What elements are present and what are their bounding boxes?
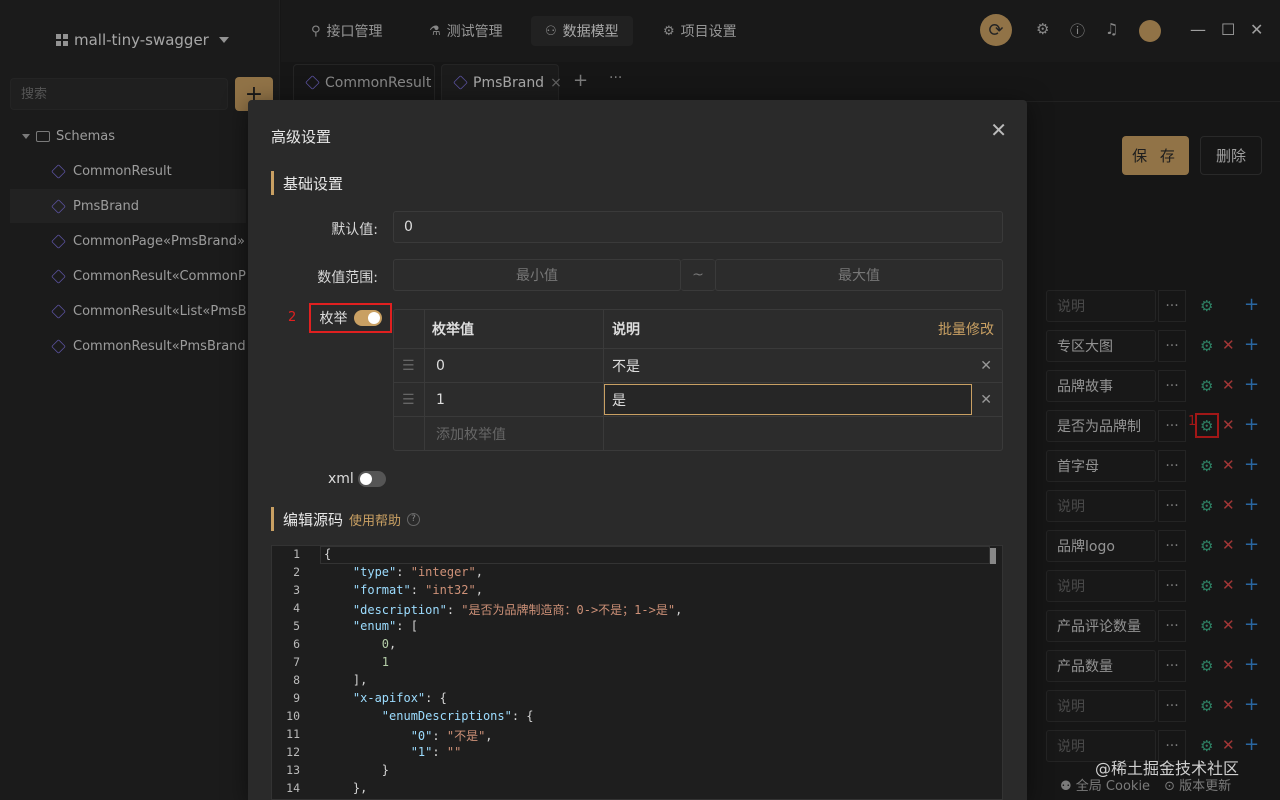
watermark: @稀土掘金技术社区 — [1095, 759, 1240, 778]
section-edit-source: 编辑源码 使用帮助 ? — [271, 507, 421, 531]
code-line: "enumDescriptions": { — [381, 709, 534, 723]
range-separator: ~ — [681, 259, 715, 291]
enum-table-header: 枚举值 说明 批量修改 — [394, 310, 1002, 349]
line-number: 5 — [293, 619, 300, 633]
xml-toggle[interactable]: xml — [328, 471, 386, 487]
enum-value-cell[interactable]: 1 — [436, 383, 445, 416]
enum-desc-input[interactable]: 是 — [612, 383, 626, 416]
max-value-input[interactable]: 最大值 — [715, 259, 1003, 291]
app-window: mall-tiny-swagger + Schemas CommonResult… — [0, 0, 1280, 800]
add-enum-row: 添加枚举值 — [394, 417, 1002, 451]
code-line: "1": "" — [410, 745, 462, 759]
code-line: "x-apifox": { — [352, 691, 447, 705]
default-value-input[interactable]: 0 — [393, 211, 1003, 243]
line-number: 10 — [286, 709, 300, 723]
code-line: }, — [324, 781, 368, 795]
line-number: 2 — [293, 565, 300, 579]
line-number: 9 — [293, 691, 300, 705]
line-number: 3 — [293, 583, 300, 597]
code-editor[interactable]: 1 {2 "type": "integer", 3 "format": "int32… — [271, 545, 1003, 800]
section-title: 基础设置 — [283, 174, 344, 193]
table-row: ☰ 0 不是 ✕ — [394, 349, 1002, 383]
current-line-highlight — [320, 546, 990, 564]
section-basic-settings: 基础设置 — [271, 171, 343, 195]
xml-switch[interactable] — [357, 471, 386, 487]
code-line: "0": "不是", — [410, 729, 493, 743]
line-number: 6 — [293, 637, 300, 651]
question-icon: ? — [407, 512, 421, 526]
code-line: ], — [324, 673, 368, 687]
line-number: 11 — [286, 727, 300, 741]
help-link[interactable]: 使用帮助 — [349, 510, 401, 529]
enum-value-header: 枚举值 — [432, 322, 474, 338]
line-number: 12 — [286, 745, 300, 759]
drag-handle-icon[interactable]: ☰ — [402, 349, 415, 382]
xml-label: xml — [328, 471, 354, 487]
line-number: 1 — [293, 547, 300, 561]
min-value-input[interactable]: 最小值 — [393, 259, 681, 291]
enum-desc-cell[interactable]: 不是 — [612, 349, 640, 382]
code-line: "enum": [ — [352, 619, 418, 633]
code-line: "description": "是否为品牌制造商：0->不是；1->是", — [352, 603, 683, 617]
close-icon[interactable]: ✕ — [990, 118, 1007, 142]
enum-value-cell[interactable]: 0 — [436, 349, 445, 382]
enum-switch[interactable] — [353, 310, 382, 326]
enum-toggle[interactable]: 枚举 — [309, 303, 392, 333]
remove-row-icon[interactable]: ✕ — [980, 383, 992, 416]
line-number: 14 — [286, 781, 300, 795]
add-enum-input[interactable]: 添加枚举值 — [436, 417, 506, 451]
enum-desc-header: 说明 — [612, 322, 640, 338]
remove-row-icon[interactable]: ✕ — [980, 349, 992, 382]
code-line: } — [324, 763, 390, 777]
line-number: 13 — [286, 763, 300, 777]
drag-handle-icon[interactable]: ☰ — [402, 383, 415, 416]
advanced-settings-modal: 高级设置 ✕ 基础设置 默认值: 0 数值范围: 最小值 ~ 最大值 2 枚举 … — [248, 100, 1027, 800]
line-number: 8 — [293, 673, 300, 687]
range-label: 数值范围: — [317, 270, 378, 286]
modal-title: 高级设置 — [271, 128, 332, 146]
table-row: ☰ 1 是 ✕ — [394, 383, 1002, 417]
code-line: "type": "integer", — [352, 565, 483, 579]
line-number: 7 — [293, 655, 300, 669]
code-line: 0, — [381, 637, 397, 651]
section-title: 编辑源码 — [283, 510, 344, 529]
line-number: 4 — [293, 601, 300, 615]
code-line: "format": "int32", — [352, 583, 483, 597]
batch-edit-link[interactable]: 批量修改 — [938, 310, 994, 348]
enum-label: 枚举 — [319, 311, 348, 327]
code-line: 1 — [381, 655, 390, 669]
editor-scrollbar[interactable] — [990, 548, 996, 564]
default-value-label: 默认值: — [331, 222, 378, 238]
enum-table: 枚举值 说明 批量修改 ☰ 0 不是 ✕ ☰ 1 是 ✕ 添加枚举值 — [393, 309, 1003, 451]
code-line: { — [324, 547, 332, 561]
annotation-number-2: 2 — [288, 310, 297, 325]
